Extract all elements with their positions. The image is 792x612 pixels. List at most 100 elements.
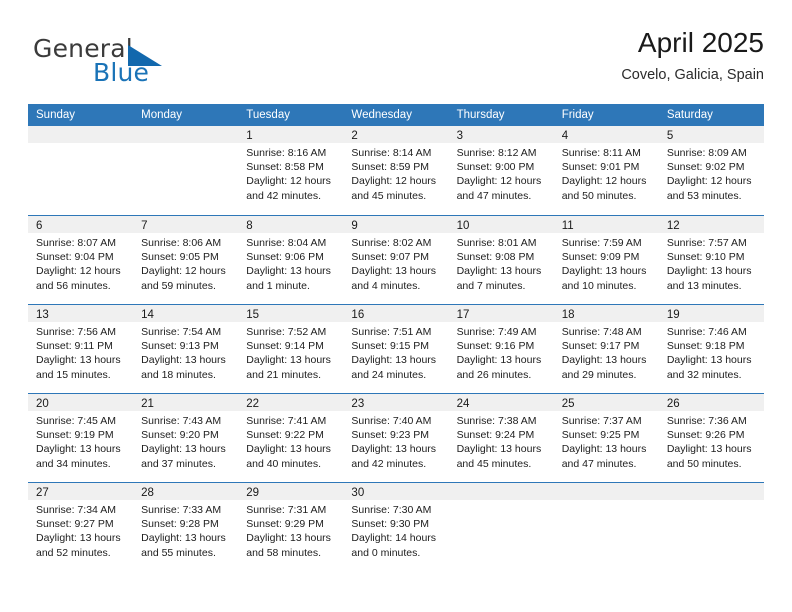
sunrise-text: Sunrise: 7:45 AM xyxy=(36,415,116,427)
sunset-text: Sunset: 9:01 PM xyxy=(561,161,640,174)
sunrise-text: Sunrise: 7:43 AM xyxy=(141,415,222,427)
daylight-text-line1: Daylight: 13 hours xyxy=(456,443,542,456)
day-details: Sunrise: 7:56 AM Sunset: 9:11 PM Dayligh… xyxy=(28,322,133,382)
day-number-band: 1 xyxy=(238,126,344,143)
daylight-text-line1: Daylight: 14 hours xyxy=(351,532,437,545)
day-cell[interactable]: 23 Sunrise: 7:40 AM Sunset: 9:23 PM Dayl… xyxy=(343,394,449,482)
day-cell[interactable]: 14 Sunrise: 7:54 AM Sunset: 9:13 PM Dayl… xyxy=(133,305,239,393)
day-cell[interactable] xyxy=(133,126,239,215)
day-cell[interactable] xyxy=(658,483,764,571)
day-cell[interactable]: 27 Sunrise: 7:34 AM Sunset: 9:27 PM Dayl… xyxy=(28,483,134,571)
day-number-band: 16 xyxy=(343,305,449,322)
weekday-header-row: Sunday Monday Tuesday Wednesday Thursday… xyxy=(28,104,764,126)
day-cell[interactable]: 22 Sunrise: 7:41 AM Sunset: 9:22 PM Dayl… xyxy=(238,394,344,482)
day-cell[interactable]: 9 Sunrise: 8:02 AM Sunset: 9:07 PM Dayli… xyxy=(343,216,449,304)
day-cell[interactable]: 5 Sunrise: 8:09 AM Sunset: 9:02 PM Dayli… xyxy=(658,126,764,215)
day-cell[interactable]: 8 Sunrise: 8:04 AM Sunset: 9:06 PM Dayli… xyxy=(238,216,344,304)
daylight-text-line1: Daylight: 13 hours xyxy=(36,354,121,367)
day-number-band xyxy=(658,483,764,500)
daylight-text-line2: and 10 minutes. xyxy=(561,279,637,292)
day-cell[interactable]: 15 Sunrise: 7:52 AM Sunset: 9:14 PM Dayl… xyxy=(238,305,344,393)
day-cell[interactable]: 2 Sunrise: 8:14 AM Sunset: 8:59 PM Dayli… xyxy=(343,126,449,215)
day-cell[interactable]: 19 Sunrise: 7:46 AM Sunset: 9:18 PM Dayl… xyxy=(658,305,764,393)
day-number: 11 xyxy=(561,220,574,232)
day-cell[interactable]: 21 Sunrise: 7:43 AM Sunset: 9:20 PM Dayl… xyxy=(133,394,239,482)
day-number: 25 xyxy=(561,398,575,410)
day-details: Sunrise: 8:16 AM Sunset: 8:58 PM Dayligh… xyxy=(238,143,343,203)
weekday-header-friday: Friday xyxy=(561,109,594,121)
day-number: 17 xyxy=(456,309,470,321)
day-cell[interactable] xyxy=(553,483,659,571)
sunrise-text: Sunrise: 7:54 AM xyxy=(141,326,222,338)
sunrise-text: Sunrise: 7:51 AM xyxy=(351,326,432,338)
day-cell[interactable]: 30 Sunrise: 7:30 AM Sunset: 9:30 PM Dayl… xyxy=(343,483,449,571)
brand-logo[interactable]: General Blue xyxy=(33,34,253,90)
daylight-text-line2: and 1 minute. xyxy=(246,279,310,292)
calendar-week-row: 6 Sunrise: 8:07 AM Sunset: 9:04 PM Dayli… xyxy=(28,215,764,304)
day-number: 30 xyxy=(351,487,365,499)
daylight-text-line2: and 7 minutes. xyxy=(456,279,526,292)
day-details: Sunrise: 8:04 AM Sunset: 9:06 PM Dayligh… xyxy=(238,233,343,293)
day-cell[interactable]: 28 Sunrise: 7:33 AM Sunset: 9:28 PM Dayl… xyxy=(133,483,239,571)
daylight-text-line2: and 45 minutes. xyxy=(456,457,532,470)
sunrise-text: Sunrise: 8:02 AM xyxy=(351,237,432,249)
day-number-band: 21 xyxy=(133,394,239,411)
day-number-band: 14 xyxy=(133,305,239,322)
day-cell[interactable]: 24 Sunrise: 7:38 AM Sunset: 9:24 PM Dayl… xyxy=(448,394,554,482)
sunset-text: Sunset: 9:18 PM xyxy=(666,340,745,353)
sunset-text: Sunset: 9:04 PM xyxy=(36,251,114,264)
calendar-page: General Blue April 2025 Covelo, Galicia,… xyxy=(0,0,792,612)
day-number: 7 xyxy=(141,220,148,232)
day-cell[interactable] xyxy=(448,483,554,571)
sunrise-text: Sunrise: 7:41 AM xyxy=(246,415,327,427)
day-cell[interactable]: 26 Sunrise: 7:36 AM Sunset: 9:26 PM Dayl… xyxy=(658,394,764,482)
daylight-text-line2: and 15 minutes. xyxy=(36,368,111,381)
sunset-text: Sunset: 9:17 PM xyxy=(561,340,640,353)
weekday-header-monday: Monday xyxy=(141,109,183,121)
daylight-text-line1: Daylight: 13 hours xyxy=(36,532,121,545)
sunset-text: Sunset: 9:02 PM xyxy=(666,161,745,174)
day-number: 9 xyxy=(351,220,358,232)
day-cell[interactable]: 3 Sunrise: 8:12 AM Sunset: 9:00 PM Dayli… xyxy=(448,126,554,215)
daylight-text-line1: Daylight: 13 hours xyxy=(351,265,437,278)
day-number: 23 xyxy=(351,398,365,410)
sunset-text: Sunset: 9:19 PM xyxy=(36,429,114,442)
daylight-text-line2: and 45 minutes. xyxy=(351,189,427,202)
day-cell[interactable]: 13 Sunrise: 7:56 AM Sunset: 9:11 PM Dayl… xyxy=(28,305,134,393)
day-cell[interactable]: 16 Sunrise: 7:51 AM Sunset: 9:15 PM Dayl… xyxy=(343,305,449,393)
day-cell[interactable]: 20 Sunrise: 7:45 AM Sunset: 9:19 PM Dayl… xyxy=(28,394,134,482)
day-cell[interactable]: 25 Sunrise: 7:37 AM Sunset: 9:25 PM Dayl… xyxy=(553,394,659,482)
sunset-text: Sunset: 9:30 PM xyxy=(351,518,430,531)
day-number-band: 23 xyxy=(343,394,449,411)
day-details: Sunrise: 7:52 AM Sunset: 9:14 PM Dayligh… xyxy=(238,322,343,382)
day-number-band xyxy=(28,126,134,143)
day-cell[interactable]: 29 Sunrise: 7:31 AM Sunset: 9:29 PM Dayl… xyxy=(238,483,344,571)
day-cell[interactable]: 18 Sunrise: 7:48 AM Sunset: 9:17 PM Dayl… xyxy=(553,305,659,393)
sunrise-text: Sunrise: 8:14 AM xyxy=(351,147,432,159)
sunrise-text: Sunrise: 7:36 AM xyxy=(666,415,747,427)
sunrise-text: Sunrise: 7:40 AM xyxy=(351,415,432,427)
day-cell[interactable] xyxy=(28,126,134,215)
day-cell[interactable]: 12 Sunrise: 7:57 AM Sunset: 9:10 PM Dayl… xyxy=(658,216,764,304)
daylight-text-line2: and 50 minutes. xyxy=(561,189,637,202)
day-cell[interactable]: 1 Sunrise: 8:16 AM Sunset: 8:58 PM Dayli… xyxy=(238,126,344,215)
daylight-text-line1: Daylight: 12 hours xyxy=(141,265,226,278)
day-number-band: 12 xyxy=(658,216,764,233)
day-cell[interactable]: 11 Sunrise: 7:59 AM Sunset: 9:09 PM Dayl… xyxy=(553,216,659,304)
sunset-text: Sunset: 9:22 PM xyxy=(246,429,324,442)
day-cell[interactable]: 4 Sunrise: 8:11 AM Sunset: 9:01 PM Dayli… xyxy=(553,126,659,215)
daylight-text-line2: and 55 minutes. xyxy=(141,546,216,559)
daylight-text-line1: Daylight: 13 hours xyxy=(141,354,226,367)
day-cell[interactable]: 10 Sunrise: 8:01 AM Sunset: 9:08 PM Dayl… xyxy=(448,216,554,304)
day-cell[interactable]: 17 Sunrise: 7:49 AM Sunset: 9:16 PM Dayl… xyxy=(448,305,554,393)
day-details: Sunrise: 8:06 AM Sunset: 9:05 PM Dayligh… xyxy=(133,233,238,293)
day-cell[interactable]: 7 Sunrise: 8:06 AM Sunset: 9:05 PM Dayli… xyxy=(133,216,239,304)
day-details: Sunrise: 7:36 AM Sunset: 9:26 PM Dayligh… xyxy=(659,411,764,471)
day-number-band: 15 xyxy=(238,305,344,322)
sunset-text: Sunset: 9:27 PM xyxy=(36,518,114,531)
weekday-header-sunday: Sunday xyxy=(36,109,76,121)
day-number-band xyxy=(553,483,659,500)
day-number: 6 xyxy=(36,220,43,232)
day-cell[interactable]: 6 Sunrise: 8:07 AM Sunset: 9:04 PM Dayli… xyxy=(28,216,134,304)
day-details: Sunrise: 8:09 AM Sunset: 9:02 PM Dayligh… xyxy=(659,143,764,203)
